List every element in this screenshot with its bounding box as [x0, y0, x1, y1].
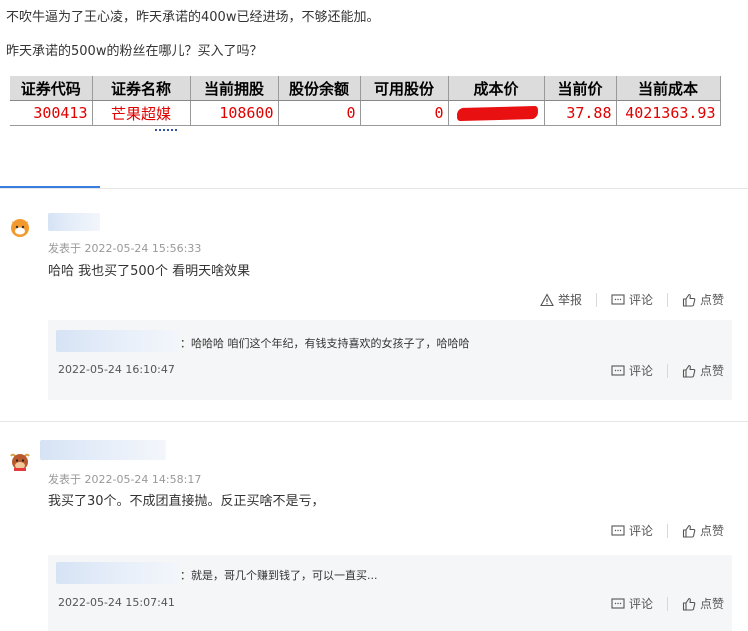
username-blurred[interactable]	[40, 440, 166, 460]
comment-divider	[0, 421, 748, 422]
header-holding: 当前拥股	[190, 76, 279, 101]
like-label: 点赞	[699, 524, 724, 538]
ox-avatar-icon	[10, 453, 30, 471]
like-label: 点赞	[699, 597, 724, 611]
comment-text: 哈哈 我也买了500个 看明天啥效果	[48, 264, 251, 279]
thumbs-up-icon	[682, 524, 696, 538]
comment-time: 发表于 2022-05-24 14:58:17	[48, 473, 202, 486]
comment-label: 评论	[628, 597, 653, 611]
reply-time: 2022-05-24 16:10:47	[58, 363, 175, 376]
thumbs-up-icon	[682, 293, 696, 307]
comment-label: 评论	[628, 524, 653, 538]
header-cost-price: 成本价	[448, 76, 545, 101]
thumbs-up-icon	[682, 597, 696, 611]
comment-icon	[611, 597, 625, 609]
reply-comment-button[interactable]: 评论	[611, 362, 653, 379]
redaction-scribble	[456, 105, 538, 122]
thumbs-up-icon	[682, 364, 696, 378]
comment-actions: 举报 评论 点赞	[540, 291, 724, 308]
header-name: 证券名称	[92, 76, 191, 101]
action-divider	[666, 596, 668, 611]
comment-label: 评论	[628, 293, 653, 307]
header-current-cost: 当前成本	[616, 76, 721, 101]
like-label: 点赞	[699, 364, 724, 378]
action-divider	[595, 292, 597, 307]
action-divider	[666, 292, 668, 307]
comment-time: 发表于 2022-05-24 15:56:33	[48, 242, 202, 255]
reply-actions: 评论 点赞	[611, 595, 724, 612]
reply-actions: 评论 点赞	[611, 362, 724, 379]
tiger-avatar-icon	[11, 219, 29, 237]
action-divider	[666, 523, 668, 538]
comment-icon	[611, 524, 625, 536]
report-label: 举报	[557, 293, 582, 307]
cell-name: 芒果超媒	[92, 100, 191, 126]
warning-icon	[540, 292, 554, 306]
comment-button[interactable]: 评论	[611, 291, 653, 308]
reply-text: ：就是，哥几个赚到钱了，可以一直买...	[180, 569, 378, 582]
cell-current-price: 37.88	[544, 100, 617, 126]
reply-username-blurred[interactable]	[56, 562, 180, 584]
reply-like-button[interactable]: 点赞	[682, 362, 724, 379]
reply-time: 2022-05-24 15:07:41	[58, 596, 175, 609]
comment-button[interactable]: 评论	[611, 522, 653, 539]
post-text-line1: 不吹牛逼为了王心凌，昨天承诺的400w已经进场，不够还能加。	[6, 10, 380, 25]
reply-username-blurred[interactable]	[56, 330, 180, 352]
table-header-row: 证券代码 证券名称 当前拥股 股份余额 可用股份 成本价 当前价 当前成本	[10, 76, 721, 101]
post-text-line2: 昨天承诺的500w的粉丝在哪儿？买入了吗？	[6, 44, 263, 59]
header-balance: 股份余额	[278, 76, 361, 101]
header-current-price: 当前价	[544, 76, 617, 101]
table-cursor-mark	[155, 129, 177, 133]
cell-balance: 0	[278, 100, 361, 126]
cell-current-cost: 4021363.93	[616, 100, 721, 126]
stock-holdings-table: 证券代码 证券名称 当前拥股 股份余额 可用股份 成本价 当前价 当前成本 30…	[10, 76, 721, 126]
user-avatar[interactable]	[9, 450, 31, 472]
comment-text: 我买了30个。不成团直接抛。反正买啥不是亏，	[48, 494, 325, 509]
table-row: 300413 芒果超媒 108600 0 0 37.88 4021363.93	[10, 100, 721, 126]
user-avatar[interactable]	[9, 216, 31, 238]
username-blurred[interactable]	[48, 213, 100, 231]
like-button[interactable]: 点赞	[682, 291, 724, 308]
report-button[interactable]: 举报	[540, 291, 582, 308]
like-button[interactable]: 点赞	[682, 522, 724, 539]
section-divider	[0, 188, 748, 189]
header-code: 证券代码	[10, 76, 93, 101]
comment-icon	[611, 293, 625, 305]
like-label: 点赞	[699, 293, 724, 307]
cell-holding: 108600	[190, 100, 279, 126]
reply-comment-button[interactable]: 评论	[611, 595, 653, 612]
header-available: 可用股份	[360, 76, 449, 101]
comment-label: 评论	[628, 364, 653, 378]
reply-like-button[interactable]: 点赞	[682, 595, 724, 612]
reply-text: ：哈哈哈 咱们这个年纪，有钱支持喜欢的女孩子了，哈哈哈	[180, 337, 470, 350]
cell-available: 0	[360, 100, 449, 126]
comment-icon	[611, 364, 625, 376]
action-divider	[666, 363, 668, 378]
cell-code: 300413	[10, 100, 93, 126]
cell-cost-price-redacted	[448, 100, 545, 126]
comment-actions: 评论 点赞	[611, 522, 724, 539]
